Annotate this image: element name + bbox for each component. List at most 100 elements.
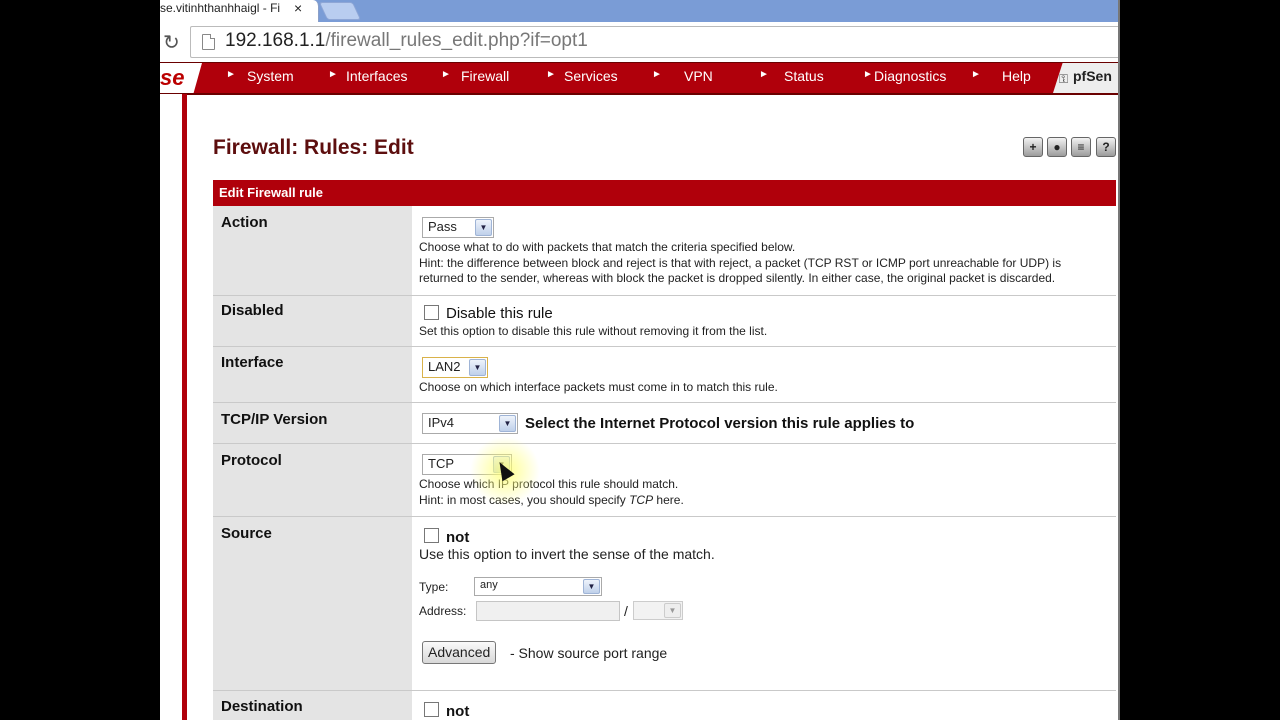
edit-rule-form: Edit Firewall rule Action Pass ▼ Choose … xyxy=(213,180,1116,720)
row-interface: Interface LAN2 ▼ Choose on which interfa… xyxy=(213,347,1116,403)
action-help-line1: Choose what to do with packets that matc… xyxy=(419,240,796,254)
chevron-down-icon: ▼ xyxy=(664,603,681,618)
new-tab-button[interactable] xyxy=(318,2,362,20)
arrow-right-icon: ► xyxy=(759,69,769,80)
row-body: Disable this rule Set this option to dis… xyxy=(412,296,1116,346)
action-value: Pass xyxy=(428,219,457,234)
arrow-right-icon: ► xyxy=(971,69,981,80)
row-label-box: Protocol xyxy=(213,444,412,516)
pfsense-logo[interactable]: se xyxy=(160,63,202,93)
row-label-box: Disabled xyxy=(213,296,412,346)
row-action: Action Pass ▼ Choose what to do with pac… xyxy=(213,206,1116,296)
tab-close-icon[interactable]: × xyxy=(294,0,302,16)
ip-version-value: IPv4 xyxy=(428,415,455,430)
action-help-line3: returned to the sender, whereas with blo… xyxy=(419,271,1056,285)
form-heading: Edit Firewall rule xyxy=(213,180,1116,206)
protocol-label: Protocol xyxy=(221,452,282,469)
action-label: Action xyxy=(221,214,268,231)
row-destination: Destination not xyxy=(213,691,1116,720)
browser-window: se.vitinhthanhhaigl - Fi × ↻ 192.168.1.1… xyxy=(160,0,1118,720)
row-label-box: Source xyxy=(213,517,412,690)
nav-item-services[interactable]: Services xyxy=(564,68,618,84)
row-label-box: Action xyxy=(213,206,412,295)
protocol-hint-pre: Hint: in most cases, you should specify xyxy=(419,492,630,507)
protocol-hint-em: TCP xyxy=(629,492,654,507)
nav-item-interfaces[interactable]: Interfaces xyxy=(346,68,407,84)
ip-version-select[interactable]: IPv4 ▼ xyxy=(422,413,518,434)
source-address-input[interactable] xyxy=(476,601,620,621)
source-label: Source xyxy=(221,525,272,542)
nav-item-system[interactable]: System xyxy=(247,68,294,84)
advanced-button[interactable]: Advanced xyxy=(422,641,497,664)
disabled-help: Set this option to disable this rule wit… xyxy=(419,324,768,338)
action-help: Choose what to do with packets that matc… xyxy=(419,240,1061,287)
nav-item-help[interactable]: Help xyxy=(1002,68,1031,84)
source-mask-select[interactable]: ▼ xyxy=(633,601,683,620)
arrow-right-icon: ► xyxy=(546,69,556,80)
window-edge xyxy=(1118,0,1120,720)
interface-value: LAN2 xyxy=(428,359,461,374)
interface-help: Choose on which interface packets must c… xyxy=(419,380,778,394)
main-nav: se ► System ► Interfaces ► Firewall ► Se… xyxy=(160,62,1118,95)
ip-version-help: Select the Internet Protocol version thi… xyxy=(525,415,915,432)
disable-rule-checkbox[interactable] xyxy=(424,305,439,320)
brand-text: pfSen xyxy=(1073,68,1112,84)
row-body: not xyxy=(412,691,1116,720)
nav-item-firewall[interactable]: Firewall xyxy=(461,68,509,84)
help-icon[interactable]: ? xyxy=(1096,137,1116,157)
nav-item-status[interactable]: Status xyxy=(784,68,824,84)
ip-version-label: TCP/IP Version xyxy=(221,411,328,428)
row-protocol: Protocol TCP ▼ Choose which IP protocol … xyxy=(213,444,1116,517)
address-slash: / xyxy=(624,603,628,619)
chevron-down-icon: ▼ xyxy=(475,219,492,236)
row-body: Pass ▼ Choose what to do with packets th… xyxy=(412,206,1116,295)
key-icon: ⚿ xyxy=(1059,72,1069,86)
source-type-select[interactable]: any ▼ xyxy=(474,577,602,596)
add-icon[interactable]: + xyxy=(1023,137,1043,157)
row-body: TCP ▼ Choose which IP protocol this rule… xyxy=(412,444,1116,516)
chevron-down-icon: ▼ xyxy=(583,579,600,594)
row-ip-version: TCP/IP Version IPv4 ▼ Select the Interne… xyxy=(213,403,1116,444)
source-type-label: Type: xyxy=(419,580,449,594)
source-address-label: Address: xyxy=(419,604,467,618)
nav-item-diagnostics[interactable]: Diagnostics xyxy=(874,68,946,84)
address-bar[interactable]: 192.168.1.1/firewall_rules_edit.php?if=o… xyxy=(190,26,1118,58)
logo-text: se xyxy=(160,65,185,90)
url-path: /firewall_rules_edit.php?if=opt1 xyxy=(325,30,588,51)
row-label-box: Destination xyxy=(213,691,412,720)
arrow-right-icon: ► xyxy=(328,69,338,80)
nav-item-vpn[interactable]: VPN xyxy=(684,68,713,84)
left-red-bar xyxy=(182,94,187,720)
page-title: Firewall: Rules: Edit xyxy=(213,136,414,159)
row-source: Source not Use this option to invert the… xyxy=(213,517,1116,691)
row-body: not Use this option to invert the sense … xyxy=(412,517,1116,690)
tab-strip: se.vitinhthanhhaigl - Fi × xyxy=(160,0,1118,22)
record-icon[interactable]: ● xyxy=(1047,137,1067,157)
reload-icon[interactable]: ↻ xyxy=(163,30,180,55)
source-not-help: Use this option to invert the sense of t… xyxy=(419,546,715,562)
destination-not-checkbox[interactable] xyxy=(424,702,439,717)
chevron-down-icon: ▼ xyxy=(469,359,486,376)
row-body: LAN2 ▼ Choose on which interface packets… xyxy=(412,347,1116,402)
row-label-box: TCP/IP Version xyxy=(213,403,412,443)
row-body: IPv4 ▼ Select the Internet Protocol vers… xyxy=(412,403,1116,443)
advanced-help: - Show source port range xyxy=(510,645,668,661)
pfsense-brand[interactable]: ⚿ pfSen xyxy=(1053,63,1118,93)
interface-select[interactable]: LAN2 ▼ xyxy=(422,357,488,378)
arrow-right-icon: ► xyxy=(863,69,873,80)
source-not-checkbox[interactable] xyxy=(424,528,439,543)
disabled-label: Disabled xyxy=(221,302,284,319)
tab-title: se.vitinhthanhhaigl - Fi xyxy=(160,1,281,15)
row-label-box: Interface xyxy=(213,347,412,402)
source-not-label: not xyxy=(446,529,470,546)
protocol-hint-post: here. xyxy=(653,492,684,507)
url-host: 192.168.1.1 xyxy=(225,30,326,51)
protocol-help-line1: Choose which IP protocol this rule shoul… xyxy=(419,477,679,491)
destination-not-label: not xyxy=(446,703,470,720)
action-select[interactable]: Pass ▼ xyxy=(422,217,494,238)
arrow-right-icon: ► xyxy=(441,69,451,80)
list-icon[interactable]: ≡ xyxy=(1071,137,1091,157)
arrow-right-icon: ► xyxy=(652,69,662,80)
browser-tab[interactable]: se.vitinhthanhhaigl - Fi × xyxy=(160,0,319,22)
disable-rule-label: Disable this rule xyxy=(446,305,553,322)
